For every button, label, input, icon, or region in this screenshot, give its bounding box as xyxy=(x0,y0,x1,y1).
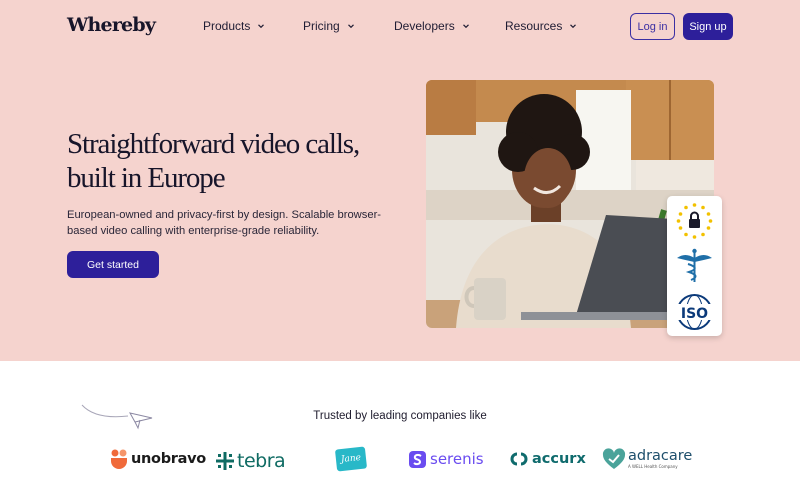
compliance-badges-card: ISO xyxy=(667,196,722,336)
adracare-subtext: A WELL Health Company xyxy=(628,463,678,469)
logo-adracare: adracare A WELL Health Company xyxy=(602,448,692,470)
iso-icon: ISO xyxy=(676,294,713,330)
accurx-icon xyxy=(510,452,528,466)
nav-resources-label: Resources xyxy=(505,19,563,33)
nav-pricing-label: Pricing xyxy=(303,19,340,33)
hero-subtext: European-owned and privacy-first by desi… xyxy=(67,209,382,237)
caduceus-icon xyxy=(677,248,712,282)
nav-products[interactable]: Products xyxy=(203,19,266,33)
hero-headline: Straightforward video calls, built in Eu… xyxy=(67,128,360,194)
chevron-down-icon xyxy=(570,24,577,29)
get-started-button[interactable]: Get started xyxy=(67,251,159,278)
logo-unobravo: unobravo xyxy=(110,449,206,469)
chevron-down-icon xyxy=(258,24,265,29)
unobravo-text: unobravo xyxy=(131,451,206,467)
nav-developers-label: Developers xyxy=(394,19,455,33)
logo-serenis: serenis xyxy=(409,450,484,468)
tebra-icon xyxy=(216,452,234,470)
accurx-text: accurx xyxy=(532,451,586,467)
nav-products-label: Products xyxy=(203,19,251,33)
trusted-by-label: Trusted by leading companies like xyxy=(313,410,487,422)
serenis-text: serenis xyxy=(430,450,484,468)
signup-button[interactable]: Sign up xyxy=(683,13,733,40)
adracare-heart-icon xyxy=(602,448,626,469)
logo-jane: Jane xyxy=(334,446,368,472)
jane-text: Jane xyxy=(340,452,362,466)
login-button[interactable]: Log in xyxy=(630,13,675,40)
gdpr-lock-icon xyxy=(676,203,713,239)
logo-tebra: tebra xyxy=(216,450,286,472)
adracare-text: adracare xyxy=(628,448,693,465)
nav-pricing[interactable]: Pricing xyxy=(303,19,356,33)
nav-resources[interactable]: Resources xyxy=(505,19,578,33)
unobravo-icon xyxy=(111,449,127,469)
iso-text: ISO xyxy=(681,306,708,322)
chevron-down-icon xyxy=(462,24,469,29)
tebra-text: tebra xyxy=(237,450,286,472)
nav-developers[interactable]: Developers xyxy=(394,19,471,33)
serenis-icon xyxy=(409,450,426,468)
whereby-logo[interactable]: Whereby xyxy=(67,14,156,36)
logo-accurx: accurx xyxy=(509,451,586,467)
chevron-down-icon xyxy=(347,24,354,29)
